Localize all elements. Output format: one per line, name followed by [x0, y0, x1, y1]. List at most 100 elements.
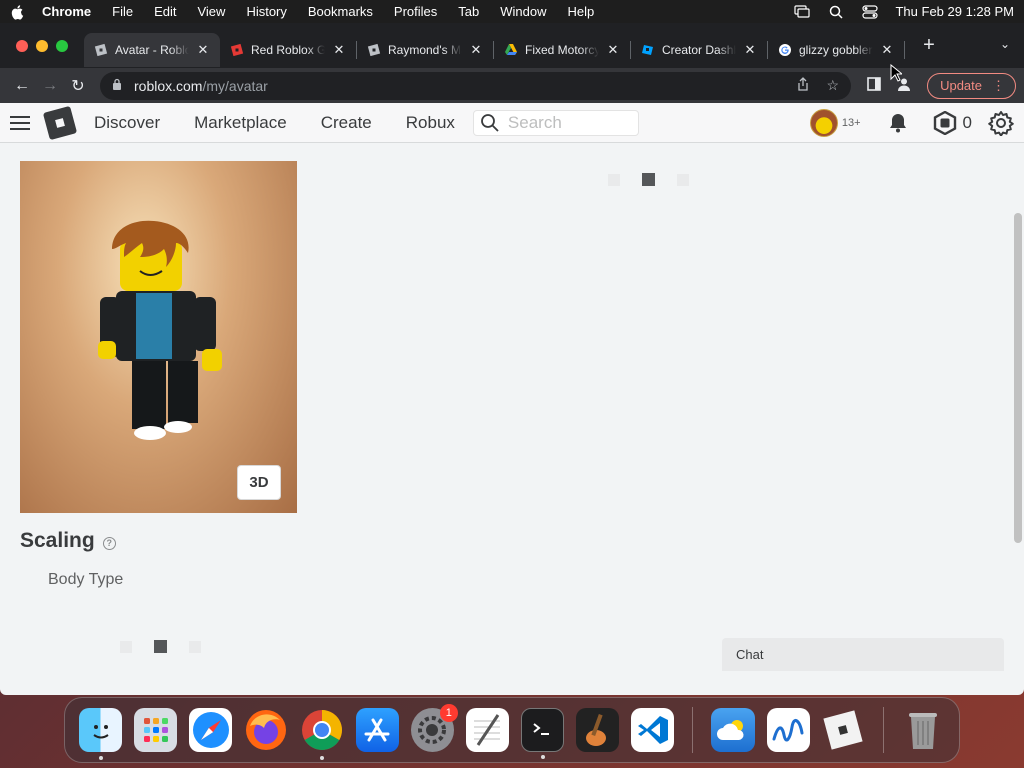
help-question-icon[interactable]: ?	[102, 536, 116, 550]
safari-icon[interactable]	[189, 708, 233, 752]
menu-file[interactable]: File	[112, 4, 133, 19]
toggle-3d-button[interactable]: 3D	[237, 465, 281, 500]
zoom-window-button[interactable]	[56, 39, 68, 52]
lock-icon[interactable]	[112, 78, 124, 93]
scaling-heading: Scaling ?	[20, 529, 116, 553]
menu-app-name[interactable]: Chrome	[42, 4, 91, 19]
weather-icon[interactable]	[711, 708, 755, 752]
menu-help[interactable]: Help	[568, 4, 595, 19]
menu-tab[interactable]: Tab	[458, 4, 479, 19]
menubar-clock[interactable]: Thu Feb 29 1:28 PM	[895, 4, 1014, 19]
scaling-title: Scaling	[20, 529, 95, 552]
avatar-preview[interactable]: 3D	[20, 161, 297, 513]
nav-discover[interactable]: Discover	[94, 113, 160, 133]
page-scrollbar[interactable]	[1014, 213, 1022, 543]
control-center-icon[interactable]	[861, 4, 879, 19]
freeform-icon[interactable]	[766, 708, 810, 752]
loading-indicator	[608, 173, 689, 186]
close-window-button[interactable]	[16, 39, 28, 52]
tab-fixed-motorcycle[interactable]: Fixed Motorcycle ✕	[494, 33, 630, 67]
google-icon	[779, 44, 791, 56]
tab-title: Fixed Motorcycle	[525, 43, 599, 57]
notification-badge: 1	[439, 704, 458, 722]
roblox-icon[interactable]	[822, 708, 865, 752]
menu-view[interactable]: View	[197, 4, 225, 19]
new-tab-button[interactable]: +	[917, 34, 941, 57]
update-label: Update	[940, 78, 982, 93]
mouse-cursor-icon	[890, 64, 902, 82]
close-tab-icon[interactable]: ✕	[196, 42, 210, 58]
header-right: 13+ 0	[809, 108, 1014, 137]
age-badge: 13+	[841, 116, 861, 129]
back-arrow-icon[interactable]: ←	[8, 72, 36, 100]
roblox-icon	[94, 43, 108, 57]
system-settings-icon[interactable]: 1	[410, 704, 458, 752]
window-controls	[16, 39, 68, 52]
loader-dot	[120, 640, 132, 653]
avatar-thumbnail[interactable]	[809, 108, 838, 137]
macos-dock: 1	[64, 697, 960, 763]
menu-profiles[interactable]: Profiles	[394, 4, 437, 19]
close-tab-icon[interactable]: ✕	[606, 42, 620, 58]
robux-balance[interactable]: 0	[963, 113, 972, 133]
dock-separator	[692, 707, 694, 753]
tab-glizzy-gobbler[interactable]: glizzy gobbler ✕	[768, 33, 904, 67]
chrome-update-button[interactable]: Update ⋮	[927, 72, 1016, 99]
browser-toolbar: ← → ↻ roblox.com/my/avatar ☆ Update ⋮	[0, 68, 1024, 103]
vscode-icon[interactable]	[631, 708, 675, 752]
app-store-icon[interactable]	[355, 708, 399, 752]
menu-edit[interactable]: Edit	[154, 4, 176, 19]
finder-icon[interactable]	[79, 708, 123, 760]
firefox-icon[interactable]	[244, 708, 288, 752]
terminal-icon[interactable]	[520, 708, 565, 759]
running-indicator	[319, 756, 324, 760]
trash-icon[interactable]	[902, 708, 945, 752]
share-icon[interactable]	[797, 77, 809, 94]
nav-marketplace[interactable]: Marketplace	[194, 113, 287, 133]
apple-menu-icon[interactable]	[10, 4, 26, 20]
close-tab-icon[interactable]: ✕	[469, 42, 483, 58]
garageband-icon[interactable]	[576, 708, 620, 752]
tab-creator-dashboard[interactable]: Creator Dashboard ✕	[631, 33, 767, 67]
search-input[interactable]	[507, 112, 628, 133]
hamburger-menu-icon[interactable]	[10, 115, 30, 130]
robux-icon[interactable]	[933, 110, 957, 135]
search-box[interactable]	[472, 109, 639, 136]
menu-history[interactable]: History	[246, 4, 286, 19]
running-indicator	[540, 755, 545, 759]
tab-avatar-roblox[interactable]: Avatar - Roblox ✕	[84, 33, 220, 67]
tab-strip: Avatar - Roblox ✕ Red Roblox Gift ✕ Raym…	[0, 23, 1024, 68]
chrome-icon[interactable]	[300, 708, 343, 760]
running-indicator	[98, 756, 103, 760]
tab-red-roblox[interactable]: Red Roblox Gift ✕	[220, 33, 356, 67]
close-tab-icon[interactable]: ✕	[332, 42, 346, 58]
spotlight-search-icon[interactable]	[827, 5, 845, 19]
side-panel-icon[interactable]	[859, 77, 889, 94]
loading-indicator	[120, 640, 201, 653]
bookmark-star-icon[interactable]: ☆	[827, 77, 840, 94]
tab-raymond[interactable]: Raymond's Mail ✕	[357, 33, 493, 67]
close-tab-icon[interactable]: ✕	[880, 42, 894, 58]
nav-create[interactable]: Create	[321, 113, 372, 133]
screen-mirroring-icon[interactable]	[793, 5, 811, 19]
tab-title: Red Roblox Gift	[251, 43, 325, 57]
tab-separator	[904, 41, 905, 59]
reload-icon[interactable]: ↻	[64, 72, 92, 100]
nav-robux[interactable]: Robux	[406, 113, 455, 133]
minimize-window-button[interactable]	[36, 39, 48, 52]
notifications-bell-icon[interactable]	[887, 112, 909, 134]
settings-gear-icon[interactable]	[988, 110, 1014, 136]
chat-bar[interactable]: Chat	[722, 638, 1004, 671]
close-tab-icon[interactable]: ✕	[743, 42, 757, 58]
forward-arrow-icon[interactable]: →	[36, 72, 64, 100]
menu-window[interactable]: Window	[500, 4, 546, 19]
chrome-window: Avatar - Roblox ✕ Red Roblox Gift ✕ Raym…	[0, 23, 1024, 695]
launchpad-icon[interactable]	[134, 708, 178, 752]
loader-dot	[608, 173, 620, 186]
menu-bookmarks[interactable]: Bookmarks	[308, 4, 373, 19]
textedit-icon[interactable]	[465, 708, 509, 752]
tab-search-chevron-icon[interactable]: ⌄	[1000, 37, 1010, 51]
roblox-logo-icon[interactable]	[42, 105, 78, 140]
chat-label: Chat	[736, 647, 764, 662]
address-bar[interactable]: roblox.com/my/avatar ☆	[100, 71, 852, 100]
